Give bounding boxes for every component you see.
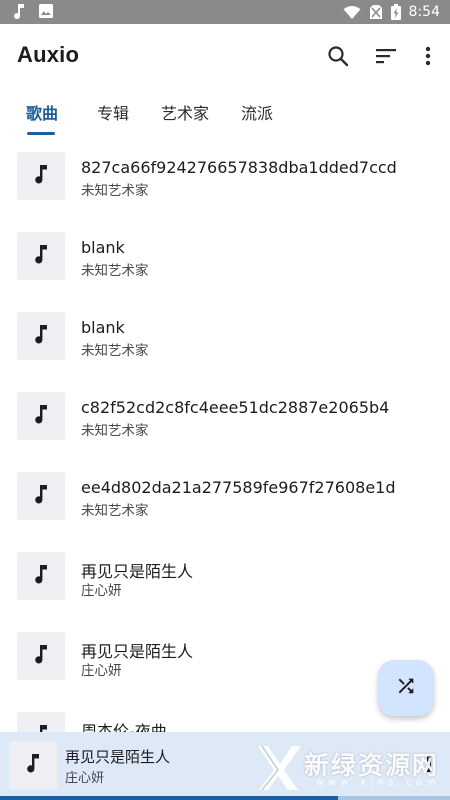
playback-progress-fill — [0, 796, 338, 800]
music-note-icon — [33, 164, 49, 188]
album-art — [17, 152, 65, 200]
album-art — [17, 552, 65, 600]
song-row[interactable]: blank 未知艺术家 — [0, 218, 450, 298]
status-time: 8:54 — [408, 4, 440, 20]
top-app-bar: Auxio — [0, 24, 450, 88]
tab-bar: 歌曲 专辑 艺术家 流派 — [0, 88, 450, 138]
sort-icon[interactable] — [370, 40, 402, 72]
now-playing-art — [9, 741, 57, 789]
music-note-icon — [25, 753, 41, 777]
song-title: 827ca66f924276657838dba1dded7ccd — [81, 158, 397, 177]
music-note-icon — [33, 324, 49, 348]
song-artist: 庄心妍 — [81, 583, 122, 599]
music-note-icon — [33, 484, 49, 508]
music-note-icon — [33, 644, 49, 668]
song-row[interactable]: blank 未知艺术家 — [0, 298, 450, 378]
song-artist: 未知艺术家 — [81, 423, 149, 439]
music-note-icon — [33, 564, 49, 588]
album-art — [17, 312, 65, 360]
song-list[interactable]: 827ca66f924276657838dba1dded7ccd 未知艺术家 b… — [0, 138, 450, 732]
album-art — [17, 632, 65, 680]
music-note-icon — [33, 244, 49, 268]
song-row[interactable]: ee4d802da21a277589fe967f27608e1d 未知艺术家 — [0, 458, 450, 538]
now-playing-artist: 庄心妍 — [65, 771, 105, 786]
album-art — [17, 232, 65, 280]
song-artist: 未知艺术家 — [81, 503, 149, 519]
shuffle-button[interactable] — [378, 660, 434, 716]
now-playing-title: 再见只是陌生人 — [65, 748, 171, 766]
song-title: ee4d802da21a277589fe967f27608e1d — [81, 478, 396, 497]
shuffle-icon — [395, 675, 417, 701]
now-playing-bar[interactable]: 再见只是陌生人 庄心妍 — [0, 732, 450, 800]
search-icon[interactable] — [322, 40, 354, 72]
tab-artists[interactable]: 艺术家 — [161, 100, 209, 124]
no-sim-icon — [369, 4, 383, 20]
song-artist: 庄心妍 — [81, 663, 122, 679]
tab-albums[interactable]: 专辑 — [97, 100, 129, 124]
song-row[interactable]: c82f52cd2c8fc4eee51dc2887e2065b4 未知艺术家 — [0, 378, 450, 458]
tab-songs[interactable]: 歌曲 — [26, 100, 58, 124]
wifi-icon — [343, 4, 361, 20]
song-row[interactable]: 827ca66f924276657838dba1dded7ccd 未知艺术家 — [0, 138, 450, 218]
app-title: Auxio — [17, 42, 80, 67]
song-artist: 未知艺术家 — [81, 183, 149, 199]
playback-progress — [0, 796, 450, 800]
music-note-icon — [12, 3, 26, 19]
status-bar: 8:54 — [0, 0, 450, 24]
album-art — [17, 712, 65, 732]
song-artist: 未知艺术家 — [81, 343, 149, 359]
music-note-icon — [33, 724, 49, 732]
song-title: blank — [81, 238, 125, 257]
image-icon — [38, 3, 54, 19]
music-note-icon — [33, 404, 49, 428]
album-art — [17, 392, 65, 440]
pause-icon — [424, 754, 434, 778]
song-title: c82f52cd2c8fc4eee51dc2887e2065b4 — [81, 398, 390, 417]
tab-genres[interactable]: 流派 — [241, 100, 273, 124]
album-art — [17, 472, 65, 520]
pause-button[interactable] — [418, 754, 440, 778]
tab-indicator — [27, 132, 55, 135]
song-title: 周杰伦-夜曲 — [81, 722, 167, 732]
song-artist: 未知艺术家 — [81, 263, 149, 279]
battery-charging-icon — [390, 4, 401, 20]
song-title: blank — [81, 318, 125, 337]
more-vert-icon[interactable] — [412, 40, 444, 72]
song-row[interactable]: 再见只是陌生人 庄心妍 — [0, 538, 450, 618]
